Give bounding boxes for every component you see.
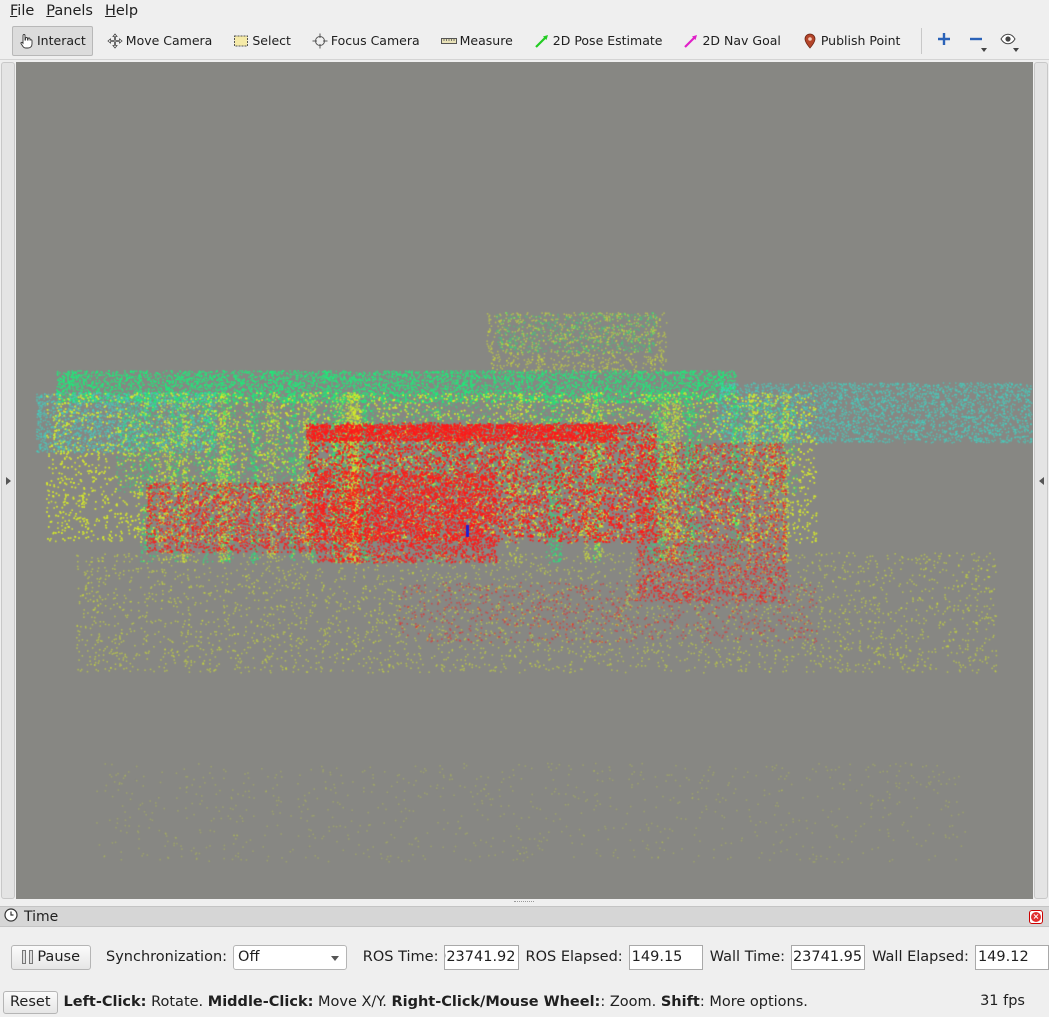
chevron-right-icon (5, 476, 11, 485)
ros-time-value: 1699923741.92 (445, 949, 516, 965)
map-pin-icon (801, 32, 819, 50)
select-tool-button[interactable]: Select (227, 26, 298, 56)
3d-render-viewport[interactable] (16, 62, 1033, 899)
panel-splitter[interactable] (0, 899, 1049, 906)
reset-button[interactable]: Reset (3, 990, 58, 1014)
left-click-hint: Left-Click: (63, 994, 147, 1010)
select-label: Select (252, 33, 291, 48)
synchronization-label: Synchronization: (106, 949, 228, 965)
left-dock-collapse-handle[interactable] (1, 62, 15, 899)
synchronization-select[interactable]: Off (233, 944, 347, 970)
wall-time-label: Wall Time: (709, 949, 786, 965)
plus-icon (937, 32, 951, 50)
interact-label: Interact (37, 33, 86, 48)
clock-icon (4, 907, 18, 926)
time-controls-row: Pause Synchronization: Off ROS Time: 169… (0, 928, 1049, 986)
toolbar-separator (921, 27, 923, 54)
publish-point-tool-button[interactable]: Publish Point (796, 26, 908, 56)
menu-file[interactable]: File (4, 0, 40, 22)
publish-point-label: Publish Point (820, 33, 901, 48)
close-panel-button[interactable]: × (1029, 910, 1043, 924)
close-icon: × (1031, 912, 1041, 922)
ros-elapsed-field[interactable]: 149.15 (628, 944, 703, 970)
wall-elapsed-label: Wall Elapsed: (872, 949, 969, 965)
measure-tool-button[interactable]: Measure (435, 26, 520, 56)
hand-pointer-icon (17, 32, 35, 50)
add-tool-button[interactable] (930, 27, 958, 55)
move-camera-tool-button[interactable]: Move Camera (101, 26, 220, 56)
pose-estimate-label: 2D Pose Estimate (552, 33, 663, 48)
ros-time-label: ROS Time: (362, 949, 439, 965)
magenta-arrow-icon (682, 32, 700, 50)
menu-bar: File Panels Help (0, 0, 1049, 22)
eye-icon (1000, 33, 1017, 49)
point-cloud-canvas[interactable] (16, 62, 1033, 899)
green-arrow-icon (533, 32, 551, 50)
time-panel-header: Time × (0, 906, 1049, 927)
measure-label: Measure (459, 33, 513, 48)
chevron-left-icon (1038, 476, 1044, 485)
visibility-tool-button[interactable] (994, 27, 1022, 55)
time-panel-title: Time (24, 908, 59, 925)
remove-tool-button[interactable] (962, 27, 990, 55)
right-click-action: : Zoom. (600, 994, 661, 1010)
interact-tool-button[interactable]: Interact (12, 25, 93, 56)
wall-elapsed-field[interactable]: 149.12 (974, 944, 1049, 970)
pause-button[interactable]: Pause (11, 944, 91, 970)
tools-toolbar: Interact Move Camera Select Focus Camera… (0, 22, 1049, 60)
fps-counter: 31 fps (980, 993, 1025, 1009)
pause-icon (22, 950, 34, 964)
ruler-icon (440, 32, 458, 50)
right-click-hint: Right-Click/Mouse Wheel: (391, 994, 601, 1010)
middle-click-hint: Middle-Click: (207, 994, 314, 1010)
ros-elapsed-value: 149.15 (631, 949, 683, 965)
shift-action: : More options. (699, 994, 808, 1010)
wall-time-value: 1699923741.95 (792, 949, 863, 965)
nav-goal-tool-button[interactable]: 2D Nav Goal (677, 26, 787, 56)
wall-time-field[interactable]: 1699923741.95 (791, 944, 866, 970)
ros-elapsed-label: ROS Elapsed: (525, 949, 623, 965)
right-dock-collapse-handle[interactable] (1034, 62, 1048, 899)
splitter-grip (514, 901, 534, 903)
nav-goal-label: 2D Nav Goal (702, 33, 781, 48)
selection-box-icon (232, 32, 250, 50)
synchronization-value: Off (238, 949, 260, 965)
menu-help-label: elp (115, 3, 139, 19)
middle-click-action: Move X/Y. (313, 994, 392, 1010)
menu-panels-label: anels (54, 3, 93, 19)
left-click-action: Rotate. (146, 994, 208, 1010)
chevron-down-icon (981, 47, 988, 52)
menu-file-label: ile (17, 3, 35, 19)
shift-hint: Shift (660, 994, 700, 1010)
ros-time-field[interactable]: 1699923741.92 (444, 944, 519, 970)
pose-estimate-tool-button[interactable]: 2D Pose Estimate (528, 26, 670, 56)
wall-elapsed-value: 149.12 (977, 949, 1029, 965)
reset-label: Reset (10, 994, 51, 1010)
focus-camera-tool-button[interactable]: Focus Camera (306, 26, 427, 56)
crosshair-icon (311, 32, 329, 50)
status-bar: Reset Left-Click: Rotate. Middle-Click: … (0, 987, 1049, 1017)
menu-help[interactable]: Help (99, 0, 144, 22)
mouse-hints: Left-Click: Rotate. Middle-Click: Move X… (64, 994, 808, 1010)
move-camera-label: Move Camera (125, 33, 213, 48)
chevron-down-icon (1013, 47, 1020, 52)
focus-camera-label: Focus Camera (330, 33, 420, 48)
pause-label: Pause (37, 949, 80, 965)
menu-panels[interactable]: Panels (40, 0, 99, 22)
chevron-down-icon (330, 955, 339, 961)
move-arrows-icon (106, 32, 124, 50)
menu-help-mnemonic: H (104, 3, 116, 19)
